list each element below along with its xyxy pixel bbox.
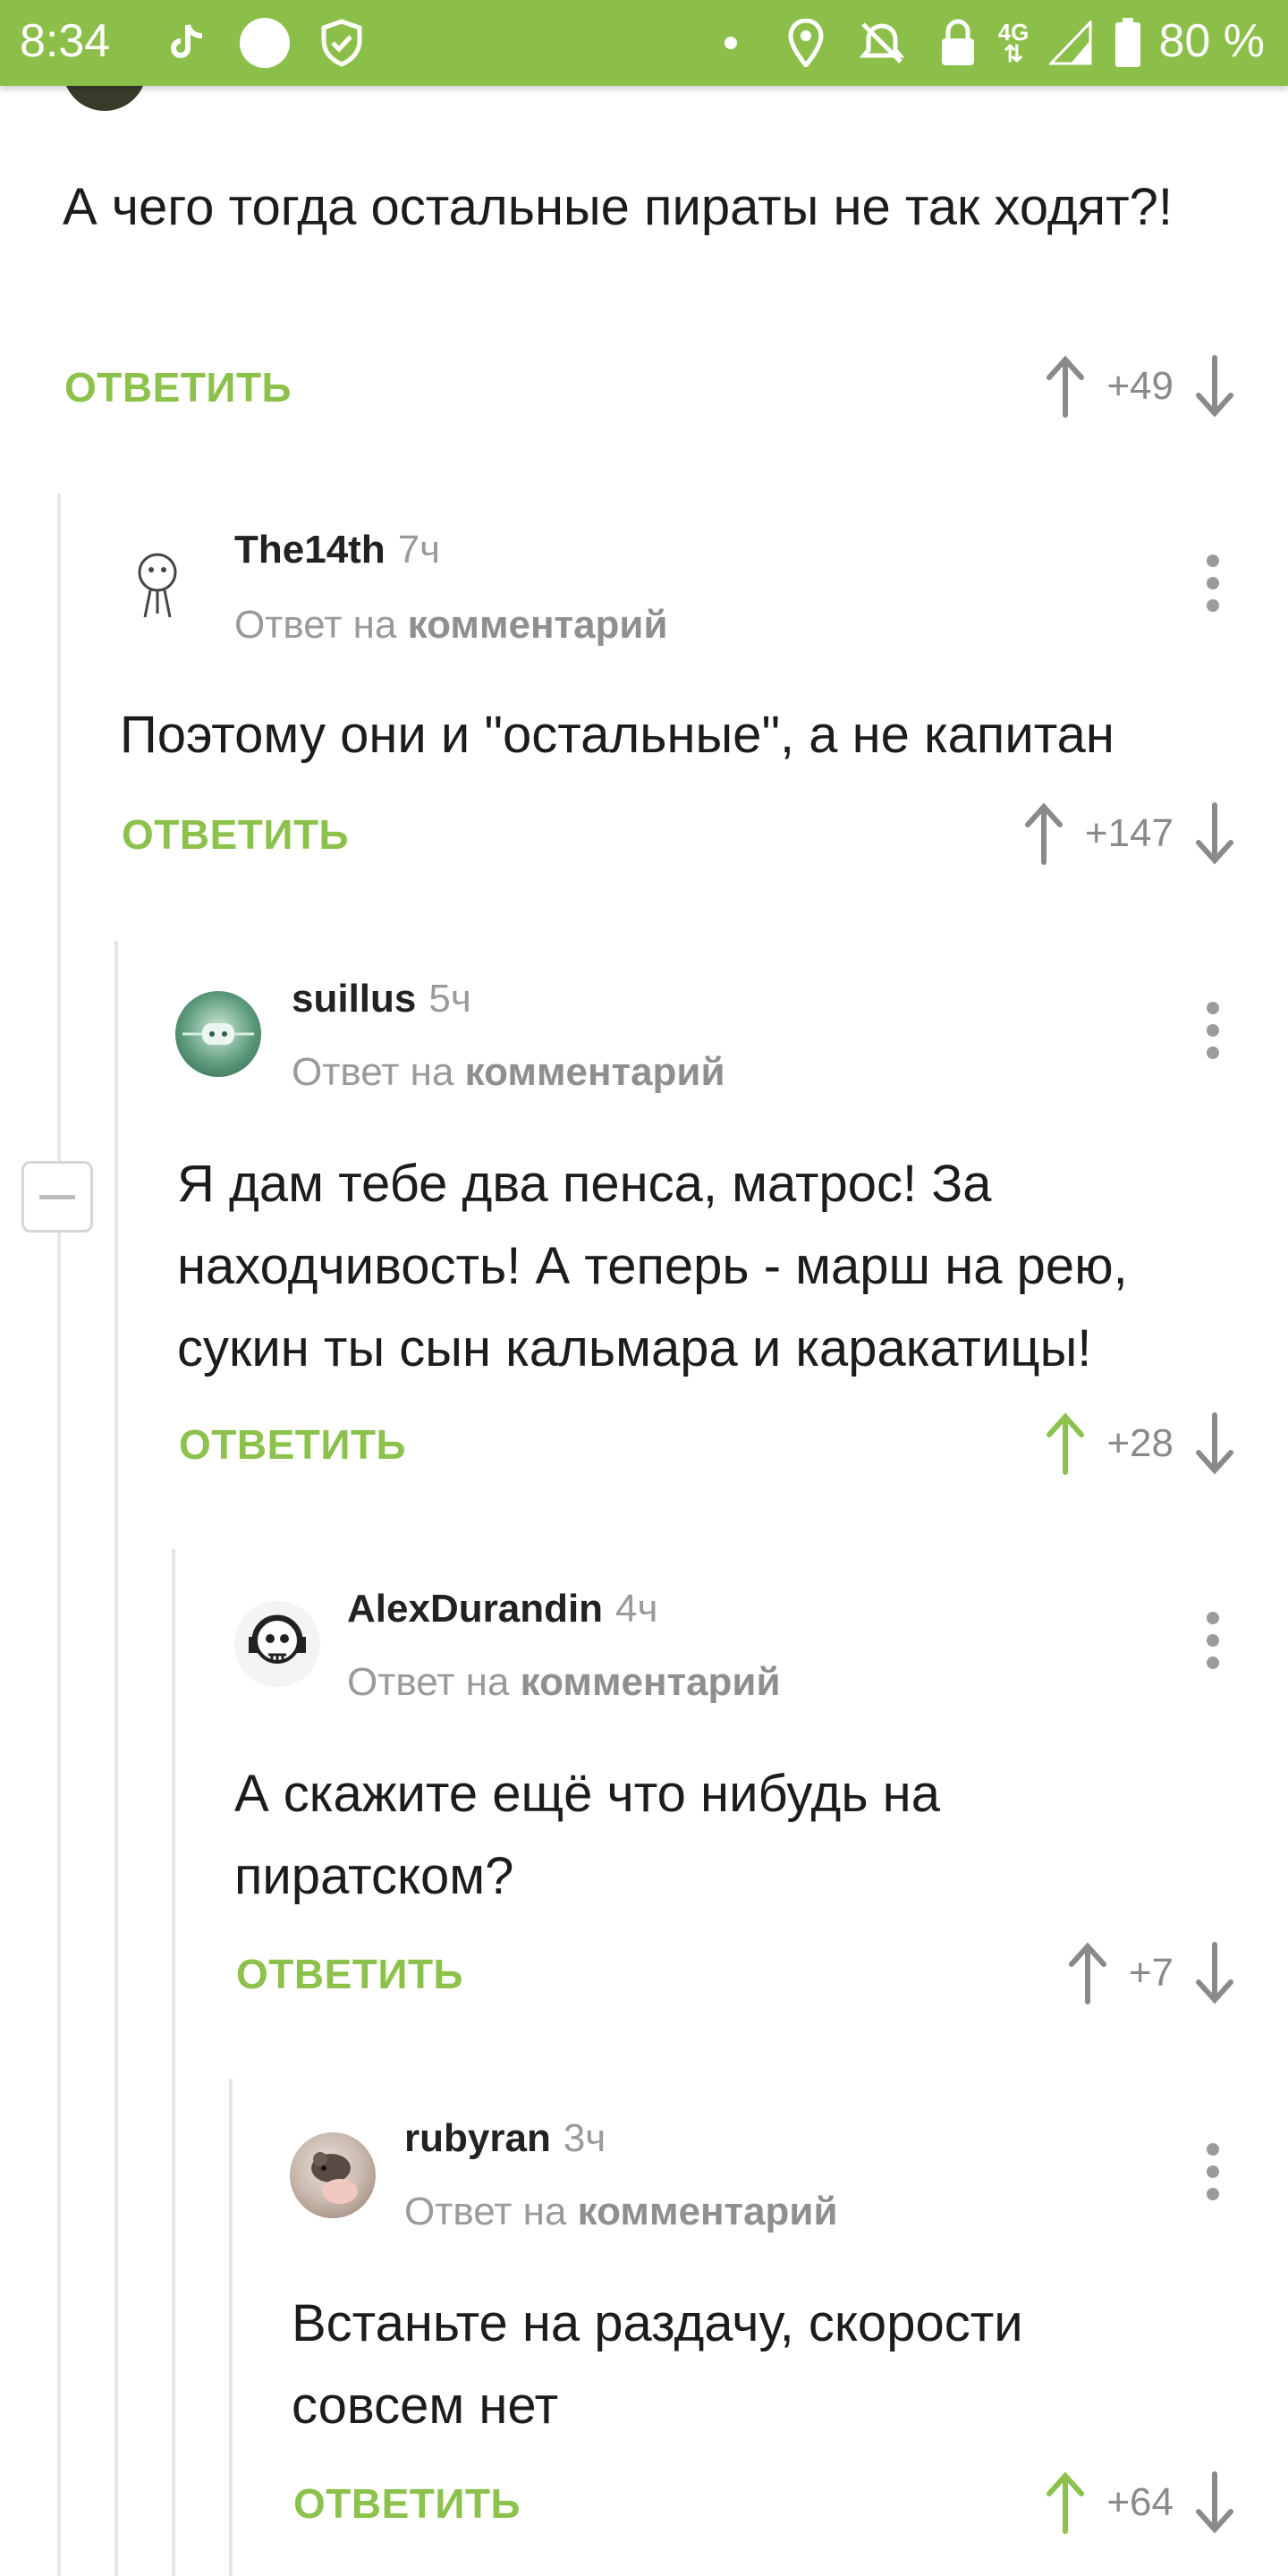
reply-to-prefix: Ответ на bbox=[347, 1660, 510, 1704]
comment-text: А скажите ещё что нибудь на пиратском? bbox=[234, 1765, 940, 1905]
reply-to-prefix: Ответ на bbox=[234, 603, 397, 647]
avatar[interactable] bbox=[234, 1601, 320, 1687]
battery-icon bbox=[1113, 18, 1143, 68]
vote-controls: +64 bbox=[1042, 2467, 1238, 2538]
collapse-thread-button[interactable] bbox=[21, 1161, 93, 1233]
more-options-icon[interactable] bbox=[1202, 2143, 1224, 2200]
author-name[interactable]: The14th bbox=[234, 528, 386, 572]
thread-line[interactable] bbox=[114, 941, 118, 2576]
avatar[interactable] bbox=[175, 991, 261, 1077]
reply-to-line: Ответ на комментарий bbox=[347, 1660, 781, 1705]
vote-count: +49 bbox=[1106, 364, 1174, 408]
upvote-arrow-icon[interactable] bbox=[1064, 1941, 1111, 2005]
thread-line[interactable] bbox=[229, 2079, 233, 2576]
more-options-icon[interactable] bbox=[1202, 1002, 1224, 1059]
status-bar: 8:34 4G ⇅ 80 % bbox=[0, 0, 1288, 86]
vote-count: +147 bbox=[1084, 811, 1174, 855]
tiktok-icon bbox=[161, 18, 211, 68]
comment-author[interactable]: suillus 5ч bbox=[292, 977, 471, 1021]
vote-controls: +28 bbox=[1042, 1408, 1238, 1479]
vote-count: +64 bbox=[1106, 2480, 1174, 2524]
status-time: 8:34 bbox=[20, 15, 111, 67]
reply-to-line: Ответ на комментарий bbox=[292, 1050, 725, 1095]
upvote-arrow-icon[interactable] bbox=[1042, 1411, 1089, 1476]
downvote-arrow-icon[interactable] bbox=[1191, 354, 1238, 419]
reply-to-link[interactable]: комментарий bbox=[578, 2190, 838, 2233]
author-name[interactable]: AlexDurandin bbox=[347, 1587, 603, 1631]
comment-author[interactable]: AlexDurandin 4ч bbox=[347, 1587, 657, 1631]
downvote-arrow-icon[interactable] bbox=[1191, 1411, 1238, 1476]
reply-button[interactable]: ОТВЕТИТЬ bbox=[122, 810, 349, 859]
shield-icon bbox=[317, 18, 367, 68]
comment-text: А чего тогда остальные пираты не так ход… bbox=[63, 178, 1174, 236]
reply-to-link[interactable]: комментарий bbox=[521, 1660, 781, 1704]
comment-author[interactable]: The14th 7ч bbox=[234, 528, 440, 572]
avatar[interactable] bbox=[114, 540, 200, 626]
comment-text: Встаньте на раздачу, скорости совсем нет bbox=[292, 2294, 1023, 2435]
reply-to-prefix: Ответ на bbox=[404, 2190, 567, 2233]
circle-notification-icon bbox=[236, 18, 293, 68]
upvote-arrow-icon[interactable] bbox=[1042, 354, 1089, 419]
comment-text: Я дам тебе два пенса, матрос! За находчи… bbox=[177, 1155, 1128, 1377]
comment-time: 5ч bbox=[428, 977, 471, 1021]
downvote-arrow-icon[interactable] bbox=[1191, 1941, 1238, 2005]
vote-count: +7 bbox=[1128, 1951, 1174, 1995]
vote-controls: +147 bbox=[1021, 798, 1238, 869]
4g-lte-icon: 4G ⇅ bbox=[997, 19, 1030, 67]
thread-line[interactable] bbox=[172, 1549, 175, 2576]
minus-icon bbox=[39, 1194, 75, 1199]
alarm-off-icon bbox=[855, 18, 909, 68]
upvote-arrow-icon[interactable] bbox=[1021, 801, 1067, 866]
vote-count: +28 bbox=[1106, 1421, 1174, 1465]
dot-icon bbox=[721, 18, 741, 68]
reply-to-prefix: Ответ на bbox=[292, 1050, 454, 1094]
downvote-arrow-icon[interactable] bbox=[1191, 2470, 1238, 2535]
comment-author[interactable]: rubyran 3ч bbox=[404, 2116, 606, 2161]
upvote-arrow-icon[interactable] bbox=[1042, 2470, 1089, 2535]
vote-controls: +7 bbox=[1064, 1937, 1238, 2009]
comment-text: Поэтому они и "остальные", а не капитан bbox=[120, 706, 1114, 764]
lock-icon bbox=[937, 18, 979, 68]
reply-button[interactable]: ОТВЕТИТЬ bbox=[64, 363, 292, 411]
location-icon bbox=[784, 18, 828, 68]
comment-time: 7ч bbox=[397, 528, 441, 572]
avatar[interactable] bbox=[290, 2132, 376, 2218]
reply-button[interactable]: ОТВЕТИТЬ bbox=[236, 1950, 463, 1998]
comment-time: 3ч bbox=[563, 2116, 606, 2160]
comment-time: 4ч bbox=[615, 1587, 658, 1631]
reply-to-link[interactable]: комментарий bbox=[408, 603, 668, 647]
reply-to-line: Ответ на комментарий bbox=[234, 603, 668, 648]
downvote-arrow-icon[interactable] bbox=[1191, 801, 1238, 866]
more-options-icon[interactable] bbox=[1202, 1612, 1224, 1669]
thread-line[interactable] bbox=[57, 494, 61, 2576]
reply-button[interactable]: ОТВЕТИТЬ bbox=[179, 1420, 406, 1469]
battery-percent: 80 % bbox=[1158, 15, 1265, 67]
signal-icon bbox=[1048, 18, 1093, 68]
reply-to-link[interactable]: комментарий bbox=[465, 1050, 725, 1094]
reply-to-line: Ответ на комментарий bbox=[404, 2190, 838, 2234]
author-name[interactable]: suillus bbox=[292, 977, 416, 1021]
reply-button[interactable]: ОТВЕТИТЬ bbox=[293, 2479, 521, 2528]
more-options-icon[interactable] bbox=[1202, 555, 1224, 612]
vote-controls: +49 bbox=[1042, 351, 1238, 422]
author-name[interactable]: rubyran bbox=[404, 2116, 551, 2160]
